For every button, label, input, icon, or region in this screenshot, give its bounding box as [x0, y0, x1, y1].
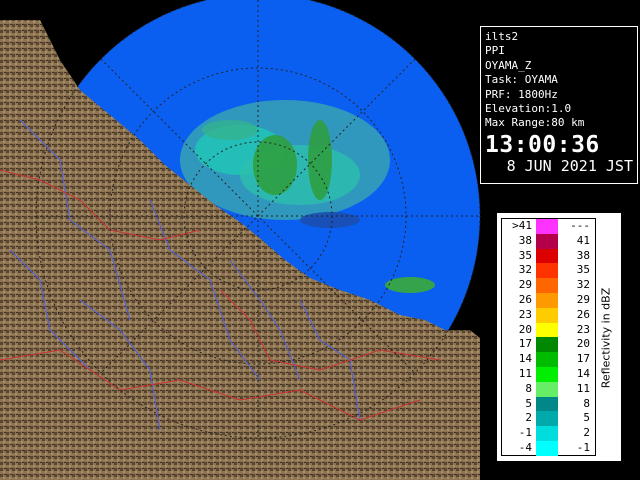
- legend-row: 38 41: [502, 233, 595, 249]
- legend-lower-bound: 38: [518, 233, 532, 247]
- legend-color-swatch: [536, 441, 558, 456]
- elevation-label: Elevation:1.0: [485, 102, 572, 116]
- legend-lower-bound: 35: [518, 248, 532, 262]
- legend-row: 58: [502, 396, 595, 412]
- legend-row: 11 14: [502, 367, 595, 382]
- legend-lower-bound: >41: [512, 219, 532, 232]
- legend-upper-bound: 17: [576, 352, 590, 366]
- legend-row: >41 ---: [502, 219, 595, 234]
- legend-upper-bound: 23: [576, 322, 590, 336]
- product-name: OYAMA_Z: [485, 58, 532, 72]
- scan-mode: PPI: [485, 44, 505, 58]
- legend-upper-bound: 2: [583, 426, 590, 440]
- legend-color-swatch: [536, 307, 558, 323]
- legend-lower-bound: 11: [518, 367, 532, 380]
- legend-row: 26 29: [502, 293, 595, 308]
- legend-color-swatch: [536, 426, 558, 441]
- legend-color-swatch: [536, 337, 558, 353]
- reflectivity-legend: >41 --- 38 41 35 38 32 35 29 32 26 29 23 26 20 23 17 20 14…: [496, 212, 622, 462]
- legend-lower-bound: 5: [525, 396, 532, 410]
- legend-color-swatch: [536, 352, 558, 367]
- legend-color-swatch: [536, 322, 558, 338]
- legend-upper-bound: 32: [576, 278, 590, 292]
- legend-color-swatch: [536, 396, 558, 412]
- legend-row: 25: [502, 411, 595, 427]
- scan-date: 8 JUN 2021 JST: [506, 156, 633, 175]
- legend-upper-bound: -1: [576, 441, 590, 454]
- legend-color-swatch: [536, 278, 558, 293]
- legend-row: -1 2: [502, 426, 595, 441]
- legend-lower-bound: 26: [518, 293, 532, 306]
- legend-row: 35 38: [502, 248, 595, 264]
- legend-lower-bound: 23: [518, 307, 532, 321]
- max-range-label: Max Range:80 km: [485, 116, 585, 130]
- legend-lower-bound: 20: [518, 322, 532, 336]
- legend-unit-text: Reflectivity in dBZ: [599, 287, 613, 389]
- legend-upper-bound: ---: [570, 219, 590, 232]
- legend-color-swatch: [536, 367, 558, 382]
- legend-color-swatch: [536, 263, 558, 279]
- legend-row: 17 20: [502, 337, 595, 353]
- legend-upper-bound: 26: [576, 307, 590, 321]
- scan-time: 13:00:36: [485, 131, 600, 158]
- legend-row: 20 23: [502, 322, 595, 338]
- legend-upper-bound: 38: [576, 248, 590, 262]
- legend-lower-bound: -4: [518, 441, 532, 454]
- legend-row: 14 17: [502, 352, 595, 367]
- prf-label: PRF: 1800Hz: [485, 87, 558, 101]
- legend-upper-bound: 41: [576, 233, 590, 247]
- legend-unit-label: Reflectivity in dBZ: [594, 263, 618, 413]
- legend-lower-bound: 17: [518, 337, 532, 351]
- radar-info-panel: ilts2 PPI OYAMA_Z Task: OYAMA PRF: 1800H…: [480, 26, 638, 184]
- legend-upper-bound: 5: [583, 411, 590, 425]
- legend-upper-bound: 20: [576, 337, 590, 351]
- legend-upper-bound: 8: [583, 396, 590, 410]
- legend-row: 32 35: [502, 263, 595, 279]
- legend-color-swatch: [536, 233, 558, 249]
- legend-row: 29 32: [502, 278, 595, 293]
- legend-upper-bound: 29: [576, 293, 590, 306]
- legend-upper-bound: 35: [576, 263, 590, 277]
- site-name: ilts2: [485, 30, 519, 43]
- legend-lower-bound: 14: [518, 352, 532, 366]
- legend-lower-bound: 29: [518, 278, 532, 292]
- legend-upper-bound: 11: [576, 381, 590, 395]
- legend-lower-bound: 2: [525, 411, 532, 425]
- legend-row: 23 26: [502, 307, 595, 323]
- legend-color-swatch: [536, 248, 558, 264]
- legend-lower-bound: 32: [518, 263, 532, 277]
- legend-color-swatch: [536, 219, 558, 234]
- legend-row: -4 -1: [502, 441, 595, 456]
- task-label: Task: OYAMA: [485, 73, 558, 87]
- legend-lower-bound: 8: [525, 381, 532, 395]
- legend-row: 8 11: [502, 381, 595, 397]
- legend-scale: >41 --- 38 41 35 38 32 35 29 32 26 29 23 26 20 23 17 20 14…: [501, 218, 596, 456]
- legend-lower-bound: -1: [518, 426, 532, 440]
- legend-upper-bound: 14: [576, 367, 590, 380]
- legend-color-swatch: [536, 411, 558, 427]
- legend-color-swatch: [536, 381, 558, 397]
- legend-color-swatch: [536, 293, 558, 308]
